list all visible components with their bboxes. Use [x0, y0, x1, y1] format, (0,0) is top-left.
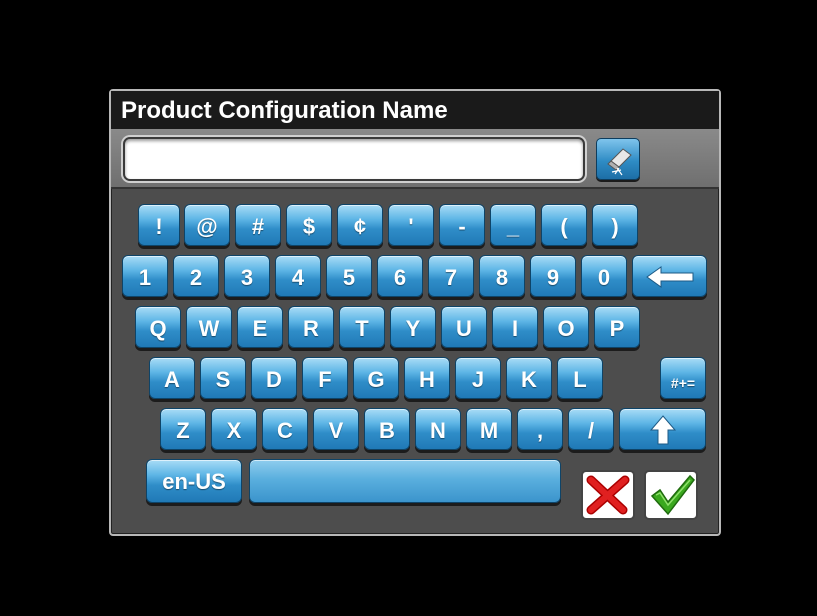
- key-f[interactable]: F: [302, 357, 348, 399]
- key-g[interactable]: G: [353, 357, 399, 399]
- key-apostrophe[interactable]: ': [388, 204, 434, 246]
- green-check-icon: [650, 474, 695, 516]
- key-l[interactable]: L: [557, 357, 603, 399]
- cancel-button[interactable]: [581, 470, 635, 520]
- input-row: [111, 129, 719, 189]
- key-v[interactable]: V: [313, 408, 359, 450]
- key-hyphen[interactable]: -: [439, 204, 485, 246]
- key-s[interactable]: S: [200, 357, 246, 399]
- key-i[interactable]: I: [492, 306, 538, 348]
- keyboard-dialog: Product Configuration Name ! @ # $ ¢ ' -…: [109, 89, 721, 536]
- space-key[interactable]: [249, 459, 561, 503]
- key-t[interactable]: T: [339, 306, 385, 348]
- key-3[interactable]: 3: [224, 255, 270, 297]
- key-8[interactable]: 8: [479, 255, 525, 297]
- backspace-key[interactable]: [632, 255, 707, 297]
- key-d[interactable]: D: [251, 357, 297, 399]
- key-m[interactable]: M: [466, 408, 512, 450]
- name-input[interactable]: [123, 137, 585, 181]
- key-j[interactable]: J: [455, 357, 501, 399]
- key-dollar[interactable]: $: [286, 204, 332, 246]
- key-c[interactable]: C: [262, 408, 308, 450]
- key-exclamation[interactable]: !: [138, 204, 180, 246]
- up-arrow-icon: [649, 415, 677, 445]
- key-4[interactable]: 4: [275, 255, 321, 297]
- left-arrow-icon: [646, 266, 694, 288]
- key-6[interactable]: 6: [377, 255, 423, 297]
- key-b[interactable]: B: [364, 408, 410, 450]
- eraser-icon: [607, 148, 632, 176]
- key-hash[interactable]: #: [235, 204, 281, 246]
- key-z[interactable]: Z: [160, 408, 206, 450]
- key-9[interactable]: 9: [530, 255, 576, 297]
- key-w[interactable]: W: [186, 306, 232, 348]
- confirm-button[interactable]: [644, 470, 698, 520]
- key-cent[interactable]: ¢: [337, 204, 383, 246]
- key-open-paren[interactable]: (: [541, 204, 587, 246]
- key-slash[interactable]: /: [568, 408, 614, 450]
- key-n[interactable]: N: [415, 408, 461, 450]
- dialog-title: Product Configuration Name: [111, 91, 719, 129]
- symbols-key[interactable]: #+=: [660, 357, 706, 399]
- key-q[interactable]: Q: [135, 306, 181, 348]
- key-underscore[interactable]: _: [490, 204, 536, 246]
- key-e[interactable]: E: [237, 306, 283, 348]
- clear-button[interactable]: [596, 138, 640, 180]
- key-h[interactable]: H: [404, 357, 450, 399]
- key-0[interactable]: 0: [581, 255, 627, 297]
- key-p[interactable]: P: [594, 306, 640, 348]
- key-7[interactable]: 7: [428, 255, 474, 297]
- key-o[interactable]: O: [543, 306, 589, 348]
- key-1[interactable]: 1: [122, 255, 168, 297]
- key-y[interactable]: Y: [390, 306, 436, 348]
- key-close-paren[interactable]: ): [592, 204, 638, 246]
- key-x[interactable]: X: [211, 408, 257, 450]
- shift-key[interactable]: [619, 408, 706, 450]
- key-at[interactable]: @: [184, 204, 230, 246]
- key-k[interactable]: K: [506, 357, 552, 399]
- key-u[interactable]: U: [441, 306, 487, 348]
- red-x-icon: [586, 475, 630, 515]
- key-2[interactable]: 2: [173, 255, 219, 297]
- language-key[interactable]: en-US: [146, 459, 242, 503]
- key-5[interactable]: 5: [326, 255, 372, 297]
- key-a[interactable]: A: [149, 357, 195, 399]
- key-r[interactable]: R: [288, 306, 334, 348]
- key-comma[interactable]: ,: [517, 408, 563, 450]
